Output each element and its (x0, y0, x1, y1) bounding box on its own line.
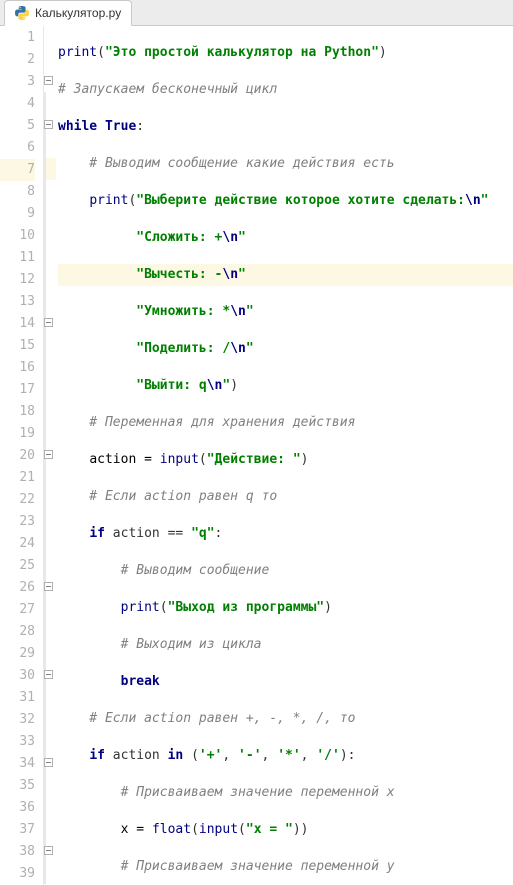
line-number: 37 (0, 819, 35, 841)
line-number: 17 (0, 379, 35, 401)
code-line: print("Выход из программы") (58, 597, 513, 619)
python-file-icon (15, 6, 29, 20)
code-line: x = float(input("x = ")) (58, 819, 513, 841)
fold-toggle-icon[interactable] (44, 846, 53, 855)
line-number: 23 (0, 511, 35, 533)
code-line: "Поделить: /\n" (58, 338, 513, 360)
line-number: 36 (0, 797, 35, 819)
line-number: 26 (0, 577, 35, 599)
line-number: 31 (0, 687, 35, 709)
line-number: 20 (0, 445, 35, 467)
code-line: print("Это простой калькулятор на Python… (58, 42, 513, 64)
line-number: 3 (0, 71, 35, 93)
code-line: if action in ('+', '-', '*', '/'): (58, 745, 513, 767)
line-number: 25 (0, 555, 35, 577)
line-number: 18 (0, 401, 35, 423)
code-line-highlighted: "Вычесть: -\n" (58, 264, 513, 286)
line-number: 15 (0, 335, 35, 357)
line-number: 12 (0, 269, 35, 291)
fold-toggle-icon[interactable] (44, 758, 53, 767)
line-number: 2 (0, 49, 35, 71)
line-number: 6 (0, 137, 35, 159)
code-line: action = input("Действие: ") (58, 449, 513, 471)
line-number: 11 (0, 247, 35, 269)
code-line: # Если action равен +, -, *, /, то (58, 708, 513, 730)
code-line: # Выходим из цикла (58, 634, 513, 656)
line-number: 16 (0, 357, 35, 379)
line-number: 38 (0, 841, 35, 863)
line-number: 27 (0, 599, 35, 621)
line-number: 9 (0, 203, 35, 225)
line-number: 28 (0, 621, 35, 643)
fold-strip (44, 26, 56, 885)
fold-toggle-icon[interactable] (44, 670, 53, 679)
code-line: # Выводим сообщение (58, 560, 513, 582)
line-number: 8 (0, 181, 35, 203)
code-line: print("Выберите действие которое хотите … (58, 190, 513, 212)
fold-toggle-icon[interactable] (44, 582, 53, 591)
editor[interactable]: 1 2 3 4 5 6 7 8 9 10 11 12 13 14 15 16 1… (0, 26, 513, 885)
fold-toggle-icon[interactable] (44, 318, 53, 327)
code-line: while True: (58, 116, 513, 138)
line-number: 30 (0, 665, 35, 687)
code-line: # Запускаем бесконечный цикл (58, 79, 513, 101)
line-number: 22 (0, 489, 35, 511)
code-line: "Сложить: +\n" (58, 227, 513, 249)
line-number: 33 (0, 731, 35, 753)
line-number: 24 (0, 533, 35, 555)
line-number: 35 (0, 775, 35, 797)
tab-bar: Калькулятор.py (0, 0, 513, 26)
line-number: 13 (0, 291, 35, 313)
fold-toggle-icon[interactable] (44, 76, 53, 85)
line-number: 5 (0, 115, 35, 137)
line-number: 29 (0, 643, 35, 665)
file-tab[interactable]: Калькулятор.py (4, 0, 132, 26)
code-line: if action == "q": (58, 523, 513, 545)
code-line: "Умножить: *\n" (58, 301, 513, 323)
line-number: 10 (0, 225, 35, 247)
code-line: "Выйти: q\n") (58, 375, 513, 397)
fold-toggle-icon[interactable] (44, 450, 53, 459)
code-line: # Если action равен q то (58, 486, 513, 508)
line-number: 14 (0, 313, 35, 335)
line-number: 1 (0, 27, 35, 49)
line-number: 34 (0, 753, 35, 775)
file-tab-label: Калькулятор.py (35, 6, 121, 20)
line-number: 21 (0, 467, 35, 489)
line-number: 7 (0, 159, 35, 181)
code-line: break (58, 671, 513, 693)
code-line: # Выводим сообщение какие действия есть (58, 153, 513, 175)
code-line: # Присваиваем значение переменной x (58, 782, 513, 804)
line-number: 32 (0, 709, 35, 731)
gutter: 1 2 3 4 5 6 7 8 9 10 11 12 13 14 15 16 1… (0, 26, 44, 885)
line-number: 19 (0, 423, 35, 445)
code-line: # Присваиваем значение переменной y (58, 856, 513, 878)
fold-toggle-icon[interactable] (44, 120, 53, 129)
line-number: 4 (0, 93, 35, 115)
code-area[interactable]: print("Это простой калькулятор на Python… (56, 26, 513, 885)
code-line: # Переменная для хранения действия (58, 412, 513, 434)
line-number: 39 (0, 863, 35, 885)
